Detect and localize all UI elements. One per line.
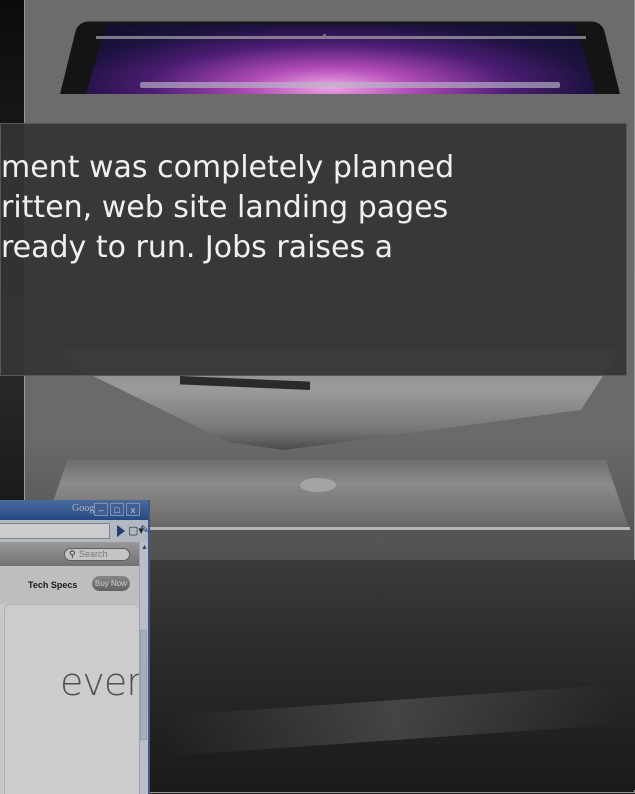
address-bar[interactable]	[0, 523, 110, 539]
buy-now-button[interactable]: Buy Now	[92, 576, 130, 591]
tech-specs-link[interactable]: Tech Specs	[28, 580, 77, 590]
go-arrow-icon[interactable]	[117, 525, 125, 537]
minimize-button[interactable]: –	[94, 503, 108, 516]
scrollbar-thumb[interactable]	[140, 630, 147, 740]
wrench-icon[interactable]: ✎	[140, 523, 148, 536]
apple-logo-icon	[300, 478, 336, 492]
laptop-menubar	[96, 36, 586, 39]
caption-line-3: ready to run. Jobs raises a	[1, 230, 394, 265]
browser-window: Google – □ x ▢▾ ✎ ⚲ Search Tech Specs Bu…	[0, 500, 150, 794]
maximize-button[interactable]: □	[110, 503, 124, 516]
hero-headline: ever.	[60, 660, 149, 704]
presentation-slide: ment was completely planned ritten, web …	[0, 0, 635, 794]
laptop-dock	[140, 82, 560, 88]
search-icon: ⚲	[69, 549, 76, 559]
search-input[interactable]: ⚲ Search	[64, 548, 130, 561]
laptop-reflection	[150, 560, 635, 790]
product-subnav: Tech Specs Buy Now	[0, 566, 140, 604]
caption-line-1: ment was completely planned	[1, 150, 455, 185]
caption-overlay: ment was completely planned ritten, web …	[0, 123, 627, 376]
browser-title-bar[interactable]: Google – □ x	[0, 500, 148, 520]
scroll-up-icon[interactable]: ▲	[141, 544, 148, 551]
search-placeholder: Search	[79, 549, 108, 559]
site-navigation-bar: ⚲ Search	[0, 542, 140, 566]
browser-toolbar: ▢▾ ✎	[0, 520, 148, 543]
close-button[interactable]: x	[126, 503, 140, 516]
caption-line-2: ritten, web site landing pages	[1, 190, 449, 225]
laptop-camera	[323, 34, 326, 37]
